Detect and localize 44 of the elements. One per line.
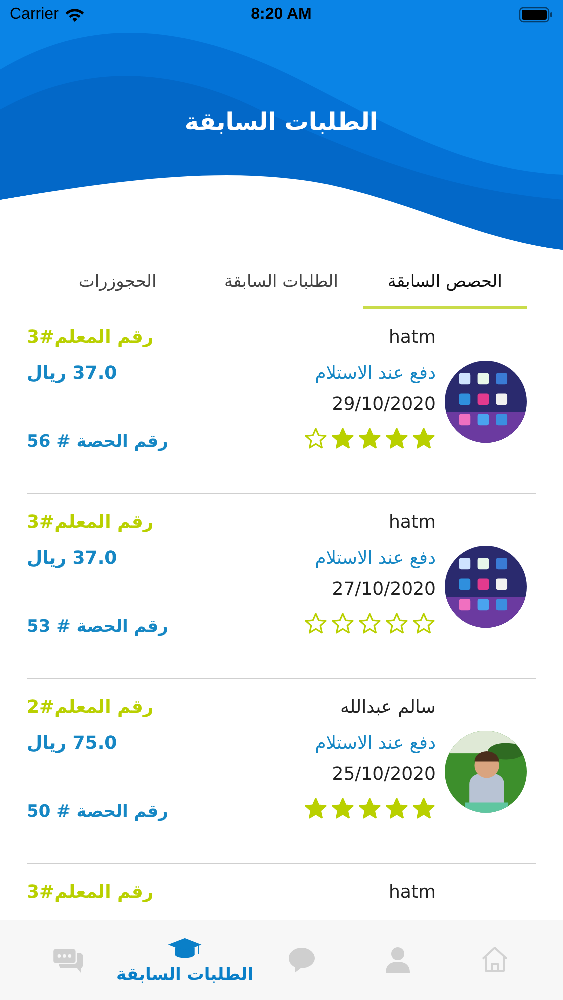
tab[interactable]: الحجوزرات — [36, 266, 200, 309]
filled-star-icon — [304, 797, 328, 821]
empty-star-icon — [304, 427, 328, 451]
session-date: 25/10/2020 — [332, 764, 436, 785]
teacher-number: رقم المعلم#3 — [27, 882, 154, 905]
filled-star-icon — [385, 797, 409, 821]
empty-star-icon — [304, 612, 328, 636]
payment-method: دفع عند الاستلام — [315, 548, 436, 569]
filled-star-icon — [412, 427, 436, 451]
empty-star-icon — [412, 612, 436, 636]
price: 75.0 ريال — [27, 733, 118, 754]
teacher-name: hatm — [388, 882, 436, 905]
tab[interactable]: الطلبات السابقة — [200, 266, 364, 309]
empty-star-icon — [385, 612, 409, 636]
price: 37.0 ريال — [27, 548, 118, 569]
filled-star-icon — [331, 427, 355, 451]
teacher-name: hatm — [388, 327, 436, 350]
payment-method: دفع عند الاستلام — [315, 733, 436, 754]
battery-icon — [519, 7, 553, 23]
filled-star-icon — [358, 797, 382, 821]
teacher-name: hatm — [388, 512, 436, 535]
wifi-icon — [64, 8, 85, 22]
session-number: رقم الحصة # 56 — [27, 432, 168, 452]
clock-time: 8:20 AM — [250, 6, 313, 24]
session-number: رقم الحصة # 50 — [27, 802, 168, 822]
filled-star-icon — [358, 427, 382, 451]
filled-star-icon — [331, 797, 355, 821]
empty-star-icon — [358, 612, 382, 636]
teacher-number: رقم المعلم#2 — [27, 697, 154, 720]
teacher-name: سالم عبدالله — [340, 697, 436, 720]
session-date: 29/10/2020 — [332, 394, 436, 415]
tab[interactable]: الحصص السابقة — [363, 266, 527, 309]
teacher-number: رقم المعلم#3 — [27, 512, 154, 535]
tab-bar-label[interactable]: الطلبات السابقة — [116, 965, 254, 985]
payment-method: دفع عند الاستلام — [315, 363, 436, 384]
page-title: الطلبات السابقة — [184, 108, 380, 136]
carrier-label: Carrier — [10, 6, 59, 24]
teacher-number: رقم المعلم#3 — [27, 327, 154, 350]
session-date: 27/10/2020 — [332, 579, 436, 600]
filled-star-icon — [385, 427, 409, 451]
session-number: رقم الحصة # 53 — [27, 617, 168, 637]
empty-star-icon — [331, 612, 355, 636]
filled-star-icon — [412, 797, 436, 821]
price: 37.0 ريال — [27, 363, 118, 384]
